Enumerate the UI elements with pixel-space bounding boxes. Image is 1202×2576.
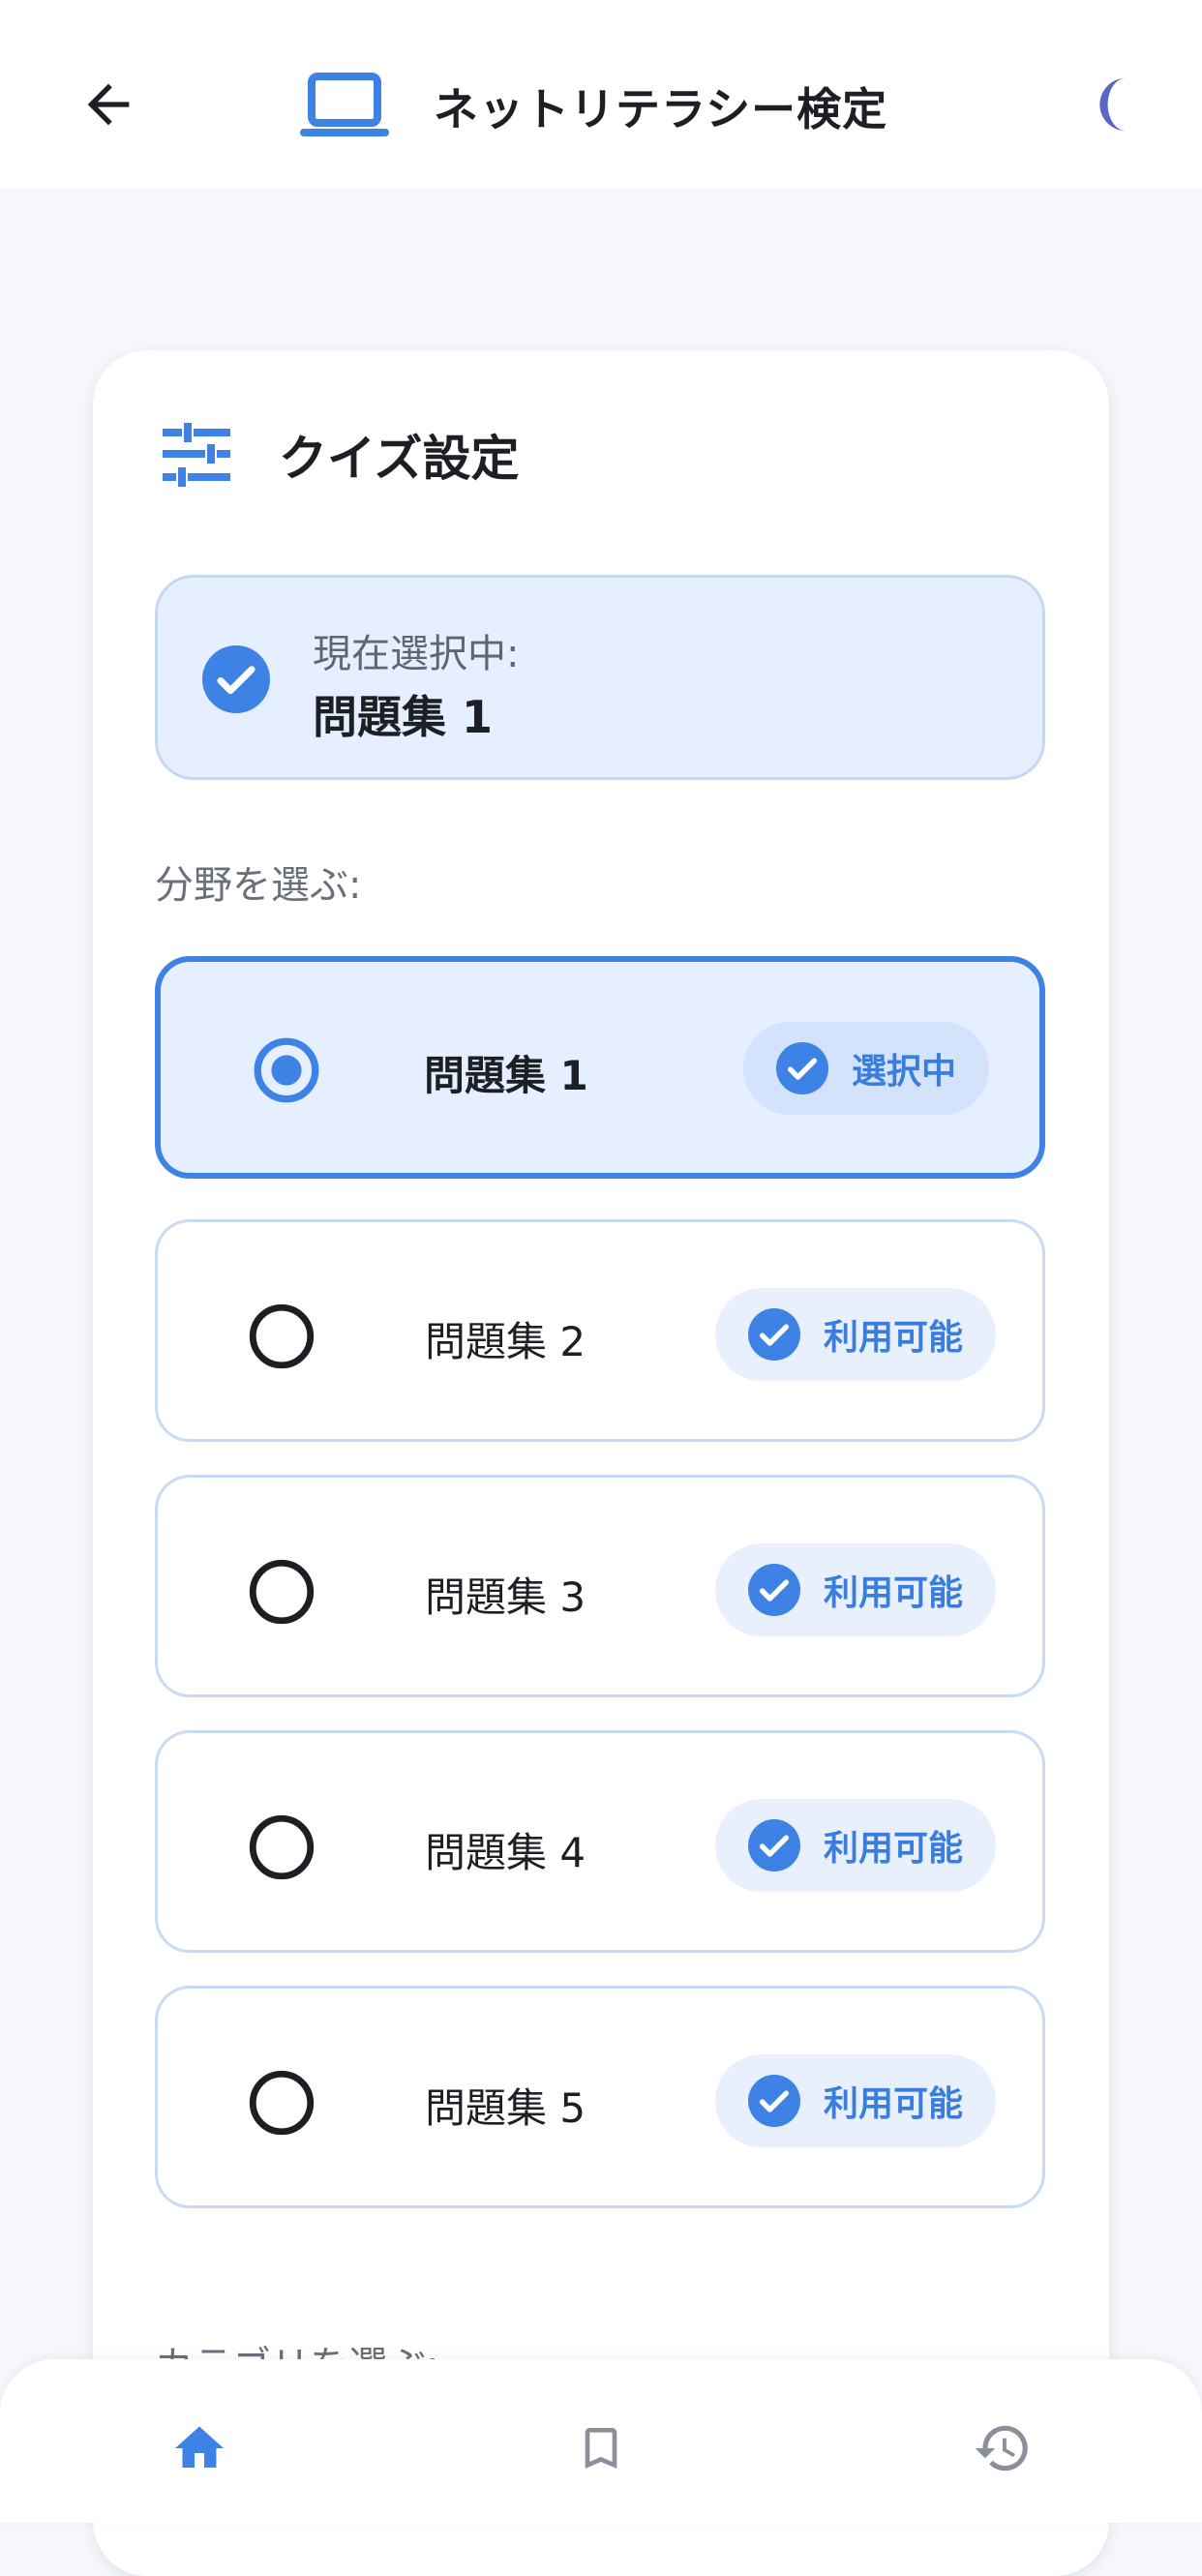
radio-unchecked-icon [249, 1303, 315, 1369]
history-icon [975, 2425, 1028, 2471]
nav-home[interactable] [161, 2410, 238, 2487]
status-badge-text: 利用可能 [823, 2084, 963, 2124]
check-circle-icon [775, 1042, 828, 1094]
laptop-icon [300, 73, 389, 136]
option-label: 問題集 3 [425, 1573, 586, 1621]
dark-mode-toggle[interactable] [1074, 66, 1152, 143]
current-selection-value: 問題集 1 [313, 691, 494, 743]
option-label: 問題集 4 [425, 1829, 586, 1876]
moon-icon [1099, 77, 1127, 132]
status-badge-text: 利用可能 [823, 1573, 963, 1613]
status-badge: 選択中 [742, 1022, 989, 1115]
arrow-left-icon [87, 83, 130, 126]
status-badge: 利用可能 [714, 1288, 996, 1381]
option-set-3[interactable]: 問題集 3 利用可能 [155, 1475, 1045, 1697]
status-badge-text: 選択中 [851, 1052, 956, 1092]
option-label: 問題集 1 [424, 1052, 588, 1099]
bookmark-icon [585, 2428, 617, 2469]
check-circle-icon [747, 1819, 800, 1872]
status-badge-text: 利用可能 [823, 1318, 963, 1358]
home-icon [175, 2426, 224, 2468]
option-set-5[interactable]: 問題集 5 利用可能 [155, 1986, 1045, 2208]
check-circle-icon [747, 1308, 800, 1361]
bottom-navigation [0, 2359, 1202, 2523]
nav-history[interactable] [964, 2410, 1041, 2487]
option-label: 問題集 5 [425, 2084, 586, 2132]
radio-unchecked-icon [249, 1559, 315, 1625]
quiz-settings-card: クイズ設定 現在選択中: 問題集 1 分野を選ぶ: 問題集 1 選択中 問題集 … [93, 350, 1109, 2576]
status-badge: 利用可能 [714, 1543, 996, 1636]
option-set-1[interactable]: 問題集 1 選択中 [155, 956, 1045, 1179]
check-circle-icon [747, 2075, 800, 2127]
back-button[interactable] [70, 66, 147, 143]
app-bar: ネットリテラシー検定 [0, 0, 1202, 189]
category-section-label: 分野を選ぶ: [155, 863, 362, 908]
app-title: ネットリテラシー検定 [434, 83, 888, 135]
nav-bookmarks[interactable] [562, 2410, 640, 2487]
option-label: 問題集 2 [425, 1318, 586, 1365]
status-badge: 利用可能 [714, 2054, 996, 2147]
radio-checked-icon [254, 1037, 319, 1103]
tune-icon [163, 423, 230, 487]
current-selection-box: 現在選択中: 問題集 1 [155, 575, 1045, 780]
option-set-2[interactable]: 問題集 2 利用可能 [155, 1219, 1045, 1442]
option-set-4[interactable]: 問題集 4 利用可能 [155, 1730, 1045, 1953]
card-title: クイズ設定 [279, 431, 520, 487]
status-badge: 利用可能 [714, 1799, 996, 1892]
app-title-group: ネットリテラシー検定 [300, 60, 887, 153]
radio-unchecked-icon [249, 1814, 315, 1880]
card-header: クイズ設定 [163, 420, 520, 490]
status-badge-text: 利用可能 [823, 1829, 963, 1869]
current-selection-label: 現在選択中: [313, 632, 520, 676]
check-circle-icon [202, 645, 270, 713]
radio-unchecked-icon [249, 2070, 315, 2136]
check-circle-icon [747, 1564, 800, 1616]
